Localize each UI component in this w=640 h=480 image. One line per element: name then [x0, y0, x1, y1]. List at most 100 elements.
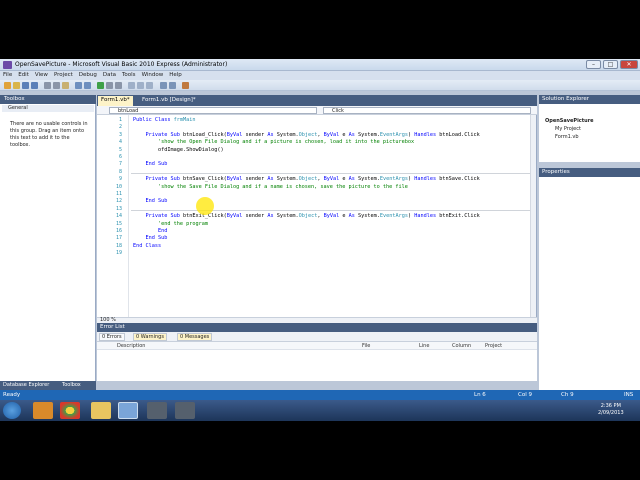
- step-over-icon[interactable]: [137, 82, 144, 89]
- status-col: Col 9: [518, 392, 532, 398]
- new-project-icon[interactable]: [4, 82, 11, 89]
- save-all-icon[interactable]: [31, 82, 38, 89]
- object-dropdown[interactable]: btnLoad: [109, 107, 317, 114]
- menu-project[interactable]: Project: [51, 71, 76, 79]
- minimize-button[interactable]: –: [586, 60, 601, 69]
- warnings-filter-button[interactable]: 0 Warnings: [133, 333, 167, 341]
- messages-filter-button[interactable]: 0 Messages: [177, 333, 213, 341]
- comment-icon[interactable]: [160, 82, 167, 89]
- status-ready: Ready: [3, 392, 21, 398]
- code-token: btnLoad.Click: [439, 131, 480, 138]
- menu-data[interactable]: Data: [100, 71, 119, 79]
- close-button[interactable]: ✕: [620, 60, 638, 69]
- pause-icon[interactable]: [106, 82, 113, 89]
- code-token: EventArgs: [379, 176, 408, 183]
- properties-title: Properties: [542, 169, 570, 175]
- cut-icon[interactable]: [44, 82, 51, 89]
- menu-view[interactable]: View: [32, 71, 51, 79]
- menu-file[interactable]: File: [0, 71, 15, 79]
- code-line[interactable]: End: [133, 228, 167, 234]
- code-line[interactable]: Private Sub btnSave_Click(ByVal sender A…: [133, 176, 479, 183]
- line-number: 2: [118, 124, 122, 131]
- vb-express-taskbar-icon[interactable]: [118, 402, 138, 419]
- menu-window[interactable]: Window: [139, 71, 167, 79]
- code-line[interactable]: Public Class frmMain: [133, 117, 195, 123]
- menu-help[interactable]: Help: [166, 71, 185, 79]
- start-button-icon[interactable]: [3, 402, 21, 419]
- code-token: System.: [357, 213, 380, 220]
- code-token: btnExit.Click: [439, 213, 480, 220]
- col-description[interactable]: Description: [117, 343, 145, 349]
- code-token: sender: [245, 131, 268, 138]
- code-line[interactable]: End Sub: [133, 235, 167, 241]
- menu-debug[interactable]: Debug: [76, 71, 100, 79]
- tab-form1-code[interactable]: Form1.vb*: [98, 96, 133, 106]
- solution-item-project[interactable]: OpenSavePicture: [545, 118, 594, 124]
- uncomment-icon[interactable]: [169, 82, 176, 89]
- paste-icon[interactable]: [62, 82, 69, 89]
- tab-toolbox[interactable]: Toolbox: [62, 382, 81, 388]
- solution-item-form1[interactable]: Form1.vb: [555, 134, 579, 140]
- tab-database-explorer[interactable]: Database Explorer: [3, 382, 49, 388]
- app-taskbar-icon[interactable]: [147, 402, 167, 419]
- code-line[interactable]: End Sub: [133, 161, 167, 167]
- toolbox-group-general[interactable]: General: [2, 105, 94, 112]
- code-line[interactable]: Private Sub btnLoad_Click(ByVal sender A…: [133, 131, 480, 138]
- properties-header: Properties: [539, 168, 640, 177]
- line-number: 16: [115, 228, 122, 234]
- explorer-taskbar-icon[interactable]: [91, 402, 111, 419]
- code-line[interactable]: End Sub: [133, 198, 167, 204]
- toolbox-empty-text: There are no usable controls in this gro…: [10, 121, 88, 148]
- window-title: OpenSavePicture - Microsoft Visual Basic…: [15, 61, 228, 68]
- start-debugging-icon[interactable]: [97, 82, 104, 89]
- tab-form1-design[interactable]: Form1.vb [Design]*: [139, 96, 199, 106]
- line-number: 8: [118, 168, 122, 175]
- member-dropdown[interactable]: Click: [323, 107, 531, 114]
- chrome-taskbar-icon[interactable]: [60, 402, 80, 419]
- copy-icon[interactable]: [53, 82, 60, 89]
- code-line[interactable]: 'show the Open File Dialog and if a pict…: [133, 139, 414, 145]
- code-token: As: [267, 213, 277, 220]
- menu-edit[interactable]: Edit: [15, 71, 32, 79]
- toolbox-icon[interactable]: [182, 82, 189, 89]
- code-token: ByVal: [323, 176, 343, 183]
- line-number: 17: [115, 235, 122, 242]
- solution-item-my-project[interactable]: My Project: [555, 126, 581, 132]
- line-number: 7: [118, 161, 122, 168]
- code-editor[interactable]: 1 2 3 4 5 6 7 8 9 10 11 12 13 14 15 16 17 18 19 Public Cla…: [97, 115, 537, 323]
- code-token: End Sub: [133, 198, 168, 205]
- stop-icon[interactable]: [115, 82, 122, 89]
- open-icon[interactable]: [13, 82, 20, 89]
- toolbox-title: Toolbox: [4, 96, 25, 102]
- undo-icon[interactable]: [75, 82, 82, 89]
- col-file[interactable]: File: [362, 343, 370, 349]
- code-token: System.: [357, 131, 380, 138]
- error-filter-bar: 0 Errors 0 Warnings 0 Messages: [97, 332, 537, 342]
- save-icon[interactable]: [22, 82, 29, 89]
- code-token: btnLoad_Click(: [182, 131, 227, 138]
- redo-icon[interactable]: [84, 82, 91, 89]
- code-line[interactable]: End Class: [133, 243, 161, 249]
- code-token: System.: [357, 176, 380, 183]
- menu-bar: File Edit View Project Debug Data Tools Window H…: [0, 71, 640, 80]
- app2-taskbar-icon[interactable]: [175, 402, 195, 419]
- col-column[interactable]: Column: [452, 343, 471, 349]
- line-number: 18: [115, 242, 122, 249]
- code-token: As: [348, 131, 358, 138]
- code-nav-bar: btnLoad Click: [97, 106, 537, 115]
- vertical-scrollbar[interactable]: [530, 115, 536, 317]
- system-clock[interactable]: 2:36 PM 2/09/2013: [598, 403, 624, 417]
- code-token: Public Class: [133, 117, 174, 123]
- code-line[interactable]: 'end the program: [133, 221, 208, 227]
- col-project[interactable]: Project: [485, 343, 502, 349]
- menu-tools[interactable]: Tools: [119, 71, 139, 79]
- errors-filter-button[interactable]: 0 Errors: [99, 333, 125, 341]
- step-out-icon[interactable]: [146, 82, 153, 89]
- code-line[interactable]: Private Sub btnExit_Click(ByVal sender A…: [133, 213, 480, 220]
- step-into-icon[interactable]: [128, 82, 135, 89]
- maximize-button[interactable]: □: [603, 60, 618, 69]
- col-line[interactable]: Line: [419, 343, 429, 349]
- code-line[interactable]: 'show the Save File Dialog and if a name…: [133, 184, 408, 190]
- code-line[interactable]: ofdImage.ShowDialog(): [133, 147, 224, 153]
- office-taskbar-icon[interactable]: [33, 402, 53, 419]
